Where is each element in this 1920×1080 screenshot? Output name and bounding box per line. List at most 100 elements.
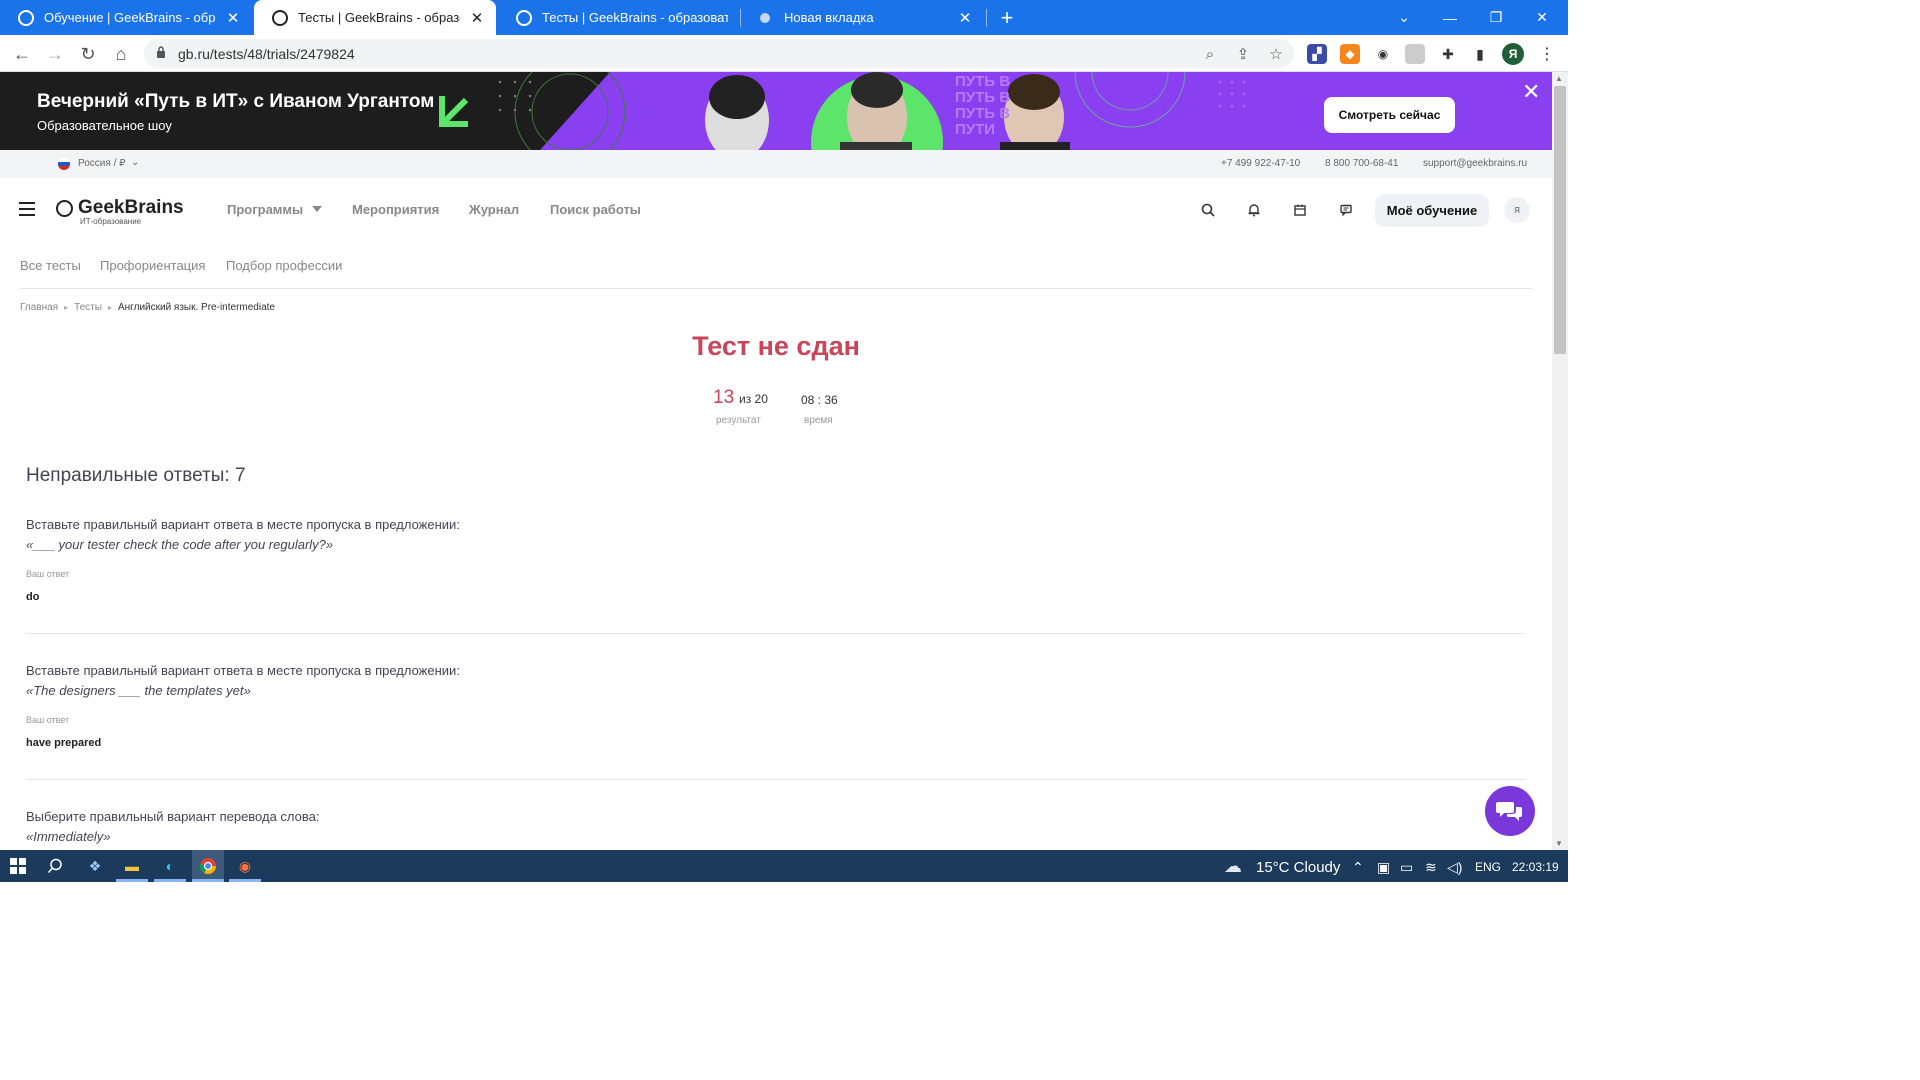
browser-tab[interactable]: Тесты | GeekBrains - образовате [498, 0, 738, 35]
subnav-career-guidance[interactable]: Профориентация [100, 258, 205, 273]
tab-title: Тесты | GeekBrains - образовате [542, 10, 728, 25]
profile-avatar[interactable]: Я [1502, 43, 1524, 65]
your-answer-label: Ваш ответ [26, 715, 70, 725]
tab-title: Тесты | GeekBrains - образовате [298, 10, 460, 25]
question-text: Вставьте правильный вариант ответа в мес… [26, 517, 460, 532]
close-banner-icon[interactable]: ✕ [1522, 79, 1540, 105]
nav-job-search[interactable]: Поиск работы [550, 202, 641, 217]
geekbrains-favicon-icon [18, 9, 34, 26]
your-answer: do [26, 591, 40, 603]
bell-icon[interactable] [1245, 201, 1263, 219]
close-window-icon[interactable]: ✕ [1519, 0, 1565, 35]
zoom-icon[interactable]: ⌕ [1200, 44, 1220, 64]
logo-subtitle: ИТ-образование [80, 217, 142, 226]
geekbrains-logo-icon[interactable] [56, 200, 73, 217]
close-tab-icon[interactable]: ✕ [224, 9, 242, 27]
chat-icon[interactable] [1337, 201, 1355, 219]
browser-tab[interactable]: Обучение | GeekBrains - образо ✕ [0, 0, 252, 35]
file-explorer-icon[interactable]: ▬ [120, 855, 144, 877]
cloud-icon: ☁ [1224, 856, 1242, 876]
meet-now-icon[interactable]: ▣ [1377, 859, 1390, 876]
running-indicator [192, 879, 224, 882]
lock-icon [157, 46, 165, 58]
chat-bubbles-icon [1496, 802, 1522, 821]
russia-flag-icon [58, 158, 72, 170]
close-tab-icon[interactable]: ✕ [956, 9, 974, 27]
wrong-answers-heading: Неправильные ответы: 7 [26, 465, 246, 486]
scroll-down-icon[interactable]: ▼ [1555, 839, 1563, 848]
extension-icon[interactable]: ▞ [1307, 44, 1327, 64]
scrollbar-thumb[interactable] [1554, 86, 1566, 354]
question-item: Выберите правильный вариант перевода сло… [26, 809, 320, 844]
browser-toolbar: ← → ↻ ⌂ gb.ru/tests/48/trials/2479824 ⌕ … [0, 35, 1568, 72]
minimize-icon[interactable]: — [1427, 0, 1473, 35]
restore-icon[interactable]: ❐ [1473, 0, 1519, 35]
support-chat-button[interactable] [1485, 786, 1535, 836]
volume-icon[interactable]: ◁) [1447, 859, 1462, 876]
edge-icon[interactable]: ◐ [158, 855, 182, 877]
search-icon[interactable] [1199, 201, 1217, 219]
running-indicator [116, 879, 148, 882]
calendar-icon[interactable] [1291, 201, 1309, 219]
extension-icon[interactable] [1405, 44, 1425, 64]
breadcrumb-separator-icon: ▸ [64, 303, 69, 312]
subnav-profession-picker[interactable]: Подбор профессии [226, 258, 342, 273]
reload-icon[interactable]: ↻ [75, 41, 101, 67]
info-bar: Россия / ₽ ⌄ +7 499 922-47-10 8 800 700-… [0, 150, 1552, 178]
tab-title: Обучение | GeekBrains - образо [44, 10, 216, 25]
wifi-icon[interactable]: ≋ [1425, 859, 1437, 876]
bookmark-star-icon[interactable]: ☆ [1266, 44, 1286, 64]
weather-text[interactable]: 15°C Cloudy [1256, 859, 1340, 876]
breadcrumb-separator-icon: ▸ [107, 303, 112, 312]
metamask-icon[interactable]: ◆ [1340, 44, 1360, 64]
chrome-icon[interactable] [192, 850, 224, 882]
share-icon[interactable]: ⇪ [1233, 44, 1253, 64]
home-icon[interactable]: ⌂ [108, 41, 134, 67]
nav-events[interactable]: Мероприятия [352, 202, 439, 217]
region-selector[interactable]: Россия / ₽ [78, 158, 126, 169]
language-indicator[interactable]: ENG [1475, 860, 1501, 874]
divider [20, 288, 1532, 289]
your-answer-label: Ваш ответ [26, 569, 70, 579]
menu-kebab-icon[interactable]: ⋮ [1537, 44, 1557, 64]
tab-search-icon[interactable]: ⌄ [1381, 0, 1427, 35]
promo-banner[interactable]: ПУТЬ В ПУТЬ В ПУТЬ В ПУТИ Вечерний «Путь… [0, 72, 1552, 150]
support-email[interactable]: support@geekbrains.ru [1423, 158, 1527, 169]
chevron-up-icon[interactable]: ⌃ [1352, 859, 1364, 876]
new-tab-button[interactable]: + [985, 0, 1029, 35]
app-icon[interactable]: ❖ [83, 855, 107, 877]
close-tab-icon[interactable]: ✕ [468, 9, 486, 27]
breadcrumb: Главная ▸ Тесты ▸ Английский язык. Pre-i… [20, 302, 275, 313]
time-value: 08 : 36 [801, 393, 838, 407]
chevron-down-icon[interactable]: ⌄ [131, 157, 139, 168]
banner-overlay-text: ПУТЬ В ПУТЬ В ПУТЬ В ПУТИ [955, 73, 1011, 138]
firefox-icon[interactable]: ◉ [233, 855, 257, 877]
back-icon[interactable]: ← [9, 41, 35, 67]
user-avatar[interactable]: Я [1504, 197, 1530, 223]
browser-tab[interactable]: Новая вкладка ✕ [742, 0, 984, 35]
extension-icon[interactable]: ◉ [1373, 44, 1393, 64]
my-learning-button[interactable]: Моё обучение [1375, 194, 1489, 227]
nav-journal[interactable]: Журнал [469, 202, 519, 217]
puzzle-icon[interactable]: ✚ [1438, 44, 1458, 64]
subnav-all-tests[interactable]: Все тесты [20, 258, 81, 273]
logo-text[interactable]: GeekBrains [78, 197, 184, 219]
address-bar[interactable]: gb.ru/tests/48/trials/2479824 ⌕ ⇪ ☆ [144, 39, 1294, 68]
hamburger-menu-icon[interactable] [19, 202, 35, 216]
search-icon[interactable] [43, 855, 67, 877]
side-panel-icon[interactable]: ▮ [1470, 44, 1490, 64]
scroll-up-icon[interactable]: ▲ [1555, 74, 1563, 83]
divider [26, 633, 1525, 634]
breadcrumb-tests[interactable]: Тесты [74, 302, 102, 313]
caret-down-icon[interactable] [312, 206, 322, 212]
clock[interactable]: 22:03:19 [1512, 860, 1559, 874]
phone-1[interactable]: +7 499 922-47-10 [1221, 158, 1300, 169]
breadcrumb-home[interactable]: Главная [20, 302, 58, 313]
nav-programs[interactable]: Программы [227, 202, 303, 217]
windows-start-icon[interactable] [6, 855, 30, 877]
browser-tab-active[interactable]: Тесты | GeekBrains - образовате ✕ [254, 0, 496, 35]
watch-now-button[interactable]: Смотреть сейчас [1324, 97, 1455, 133]
forward-icon[interactable]: → [42, 41, 68, 67]
battery-icon[interactable]: ▭ [1400, 859, 1413, 876]
phone-2[interactable]: 8 800 700-68-41 [1325, 158, 1398, 169]
